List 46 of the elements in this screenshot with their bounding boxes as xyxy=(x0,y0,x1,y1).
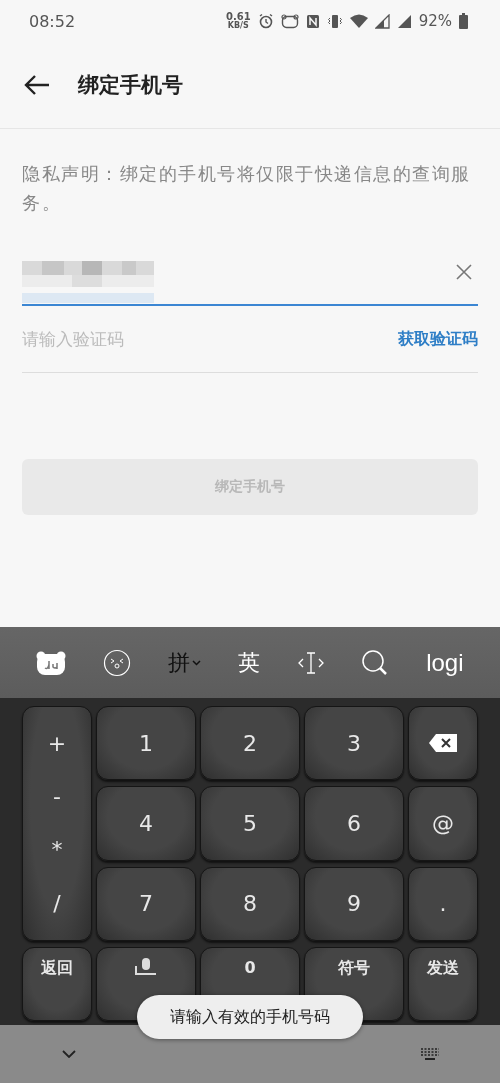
digit-key[interactable]: 4 xyxy=(96,786,196,861)
battery-level: 92% xyxy=(418,12,452,30)
keyboard-key[interactable]: 返回 xyxy=(22,946,92,1021)
symbol-key[interactable]: . xyxy=(408,866,478,941)
page-title: 绑定手机号 xyxy=(78,72,183,99)
symbol-key[interactable]: + xyxy=(47,731,67,757)
clear-icon[interactable] xyxy=(456,264,472,280)
error-toast: 请输入有效的手机号码 xyxy=(137,995,363,1039)
battery-icon xyxy=(459,13,468,29)
back-arrow-icon[interactable] xyxy=(24,75,50,95)
alarm-icon xyxy=(257,13,274,29)
digit-key[interactable]: 1 xyxy=(96,706,196,781)
digit-key[interactable]: 3 xyxy=(304,706,404,781)
signal-icon xyxy=(374,13,390,29)
get-code-link[interactable]: 获取验证码 xyxy=(398,328,478,350)
bear-logo-icon[interactable] xyxy=(36,650,67,675)
privacy-notice: 隐私声明：绑定的手机号将仅限于快递信息的查询服务。 xyxy=(22,162,472,215)
symbol-key[interactable]: @ xyxy=(408,786,478,861)
symbol-key[interactable]: - xyxy=(53,784,61,810)
digit-key[interactable]: 7 xyxy=(96,866,196,941)
digit-key[interactable]: 2 xyxy=(200,706,300,781)
digit-key[interactable]: 6 xyxy=(304,786,404,861)
symbol-key[interactable]: * xyxy=(51,837,63,863)
network-speed-unit: KB/S xyxy=(227,22,249,30)
input-mode-tab[interactable]: 英 xyxy=(237,647,260,678)
digit-key[interactable]: 8 xyxy=(200,866,300,941)
digit-key[interactable]: 9 xyxy=(304,866,404,941)
keyboard-key[interactable]: 发送 xyxy=(408,946,478,1021)
symbol-key[interactable]: / xyxy=(53,890,61,916)
text-cursor-icon[interactable] xyxy=(296,650,325,675)
signal-icon xyxy=(396,13,412,29)
bear-icon xyxy=(280,13,299,29)
backspace-icon xyxy=(428,733,458,754)
brand-logo[interactable]: logi xyxy=(426,648,464,677)
symbol-key-column[interactable]: + - * / xyxy=(22,706,92,941)
status-time: 08:52 xyxy=(29,11,76,31)
vibrate-icon xyxy=(326,13,343,29)
keyboard-icon[interactable] xyxy=(420,1048,440,1060)
emoji-icon[interactable] xyxy=(103,648,132,677)
chevron-down-icon[interactable] xyxy=(62,1050,76,1058)
backspace-key[interactable] xyxy=(408,706,478,781)
nfc-icon xyxy=(305,13,320,29)
network-speed: 0.61 xyxy=(225,12,251,22)
digit-key[interactable]: 5 xyxy=(200,786,300,861)
wifi-icon xyxy=(349,13,368,29)
caret-icon xyxy=(192,659,201,666)
